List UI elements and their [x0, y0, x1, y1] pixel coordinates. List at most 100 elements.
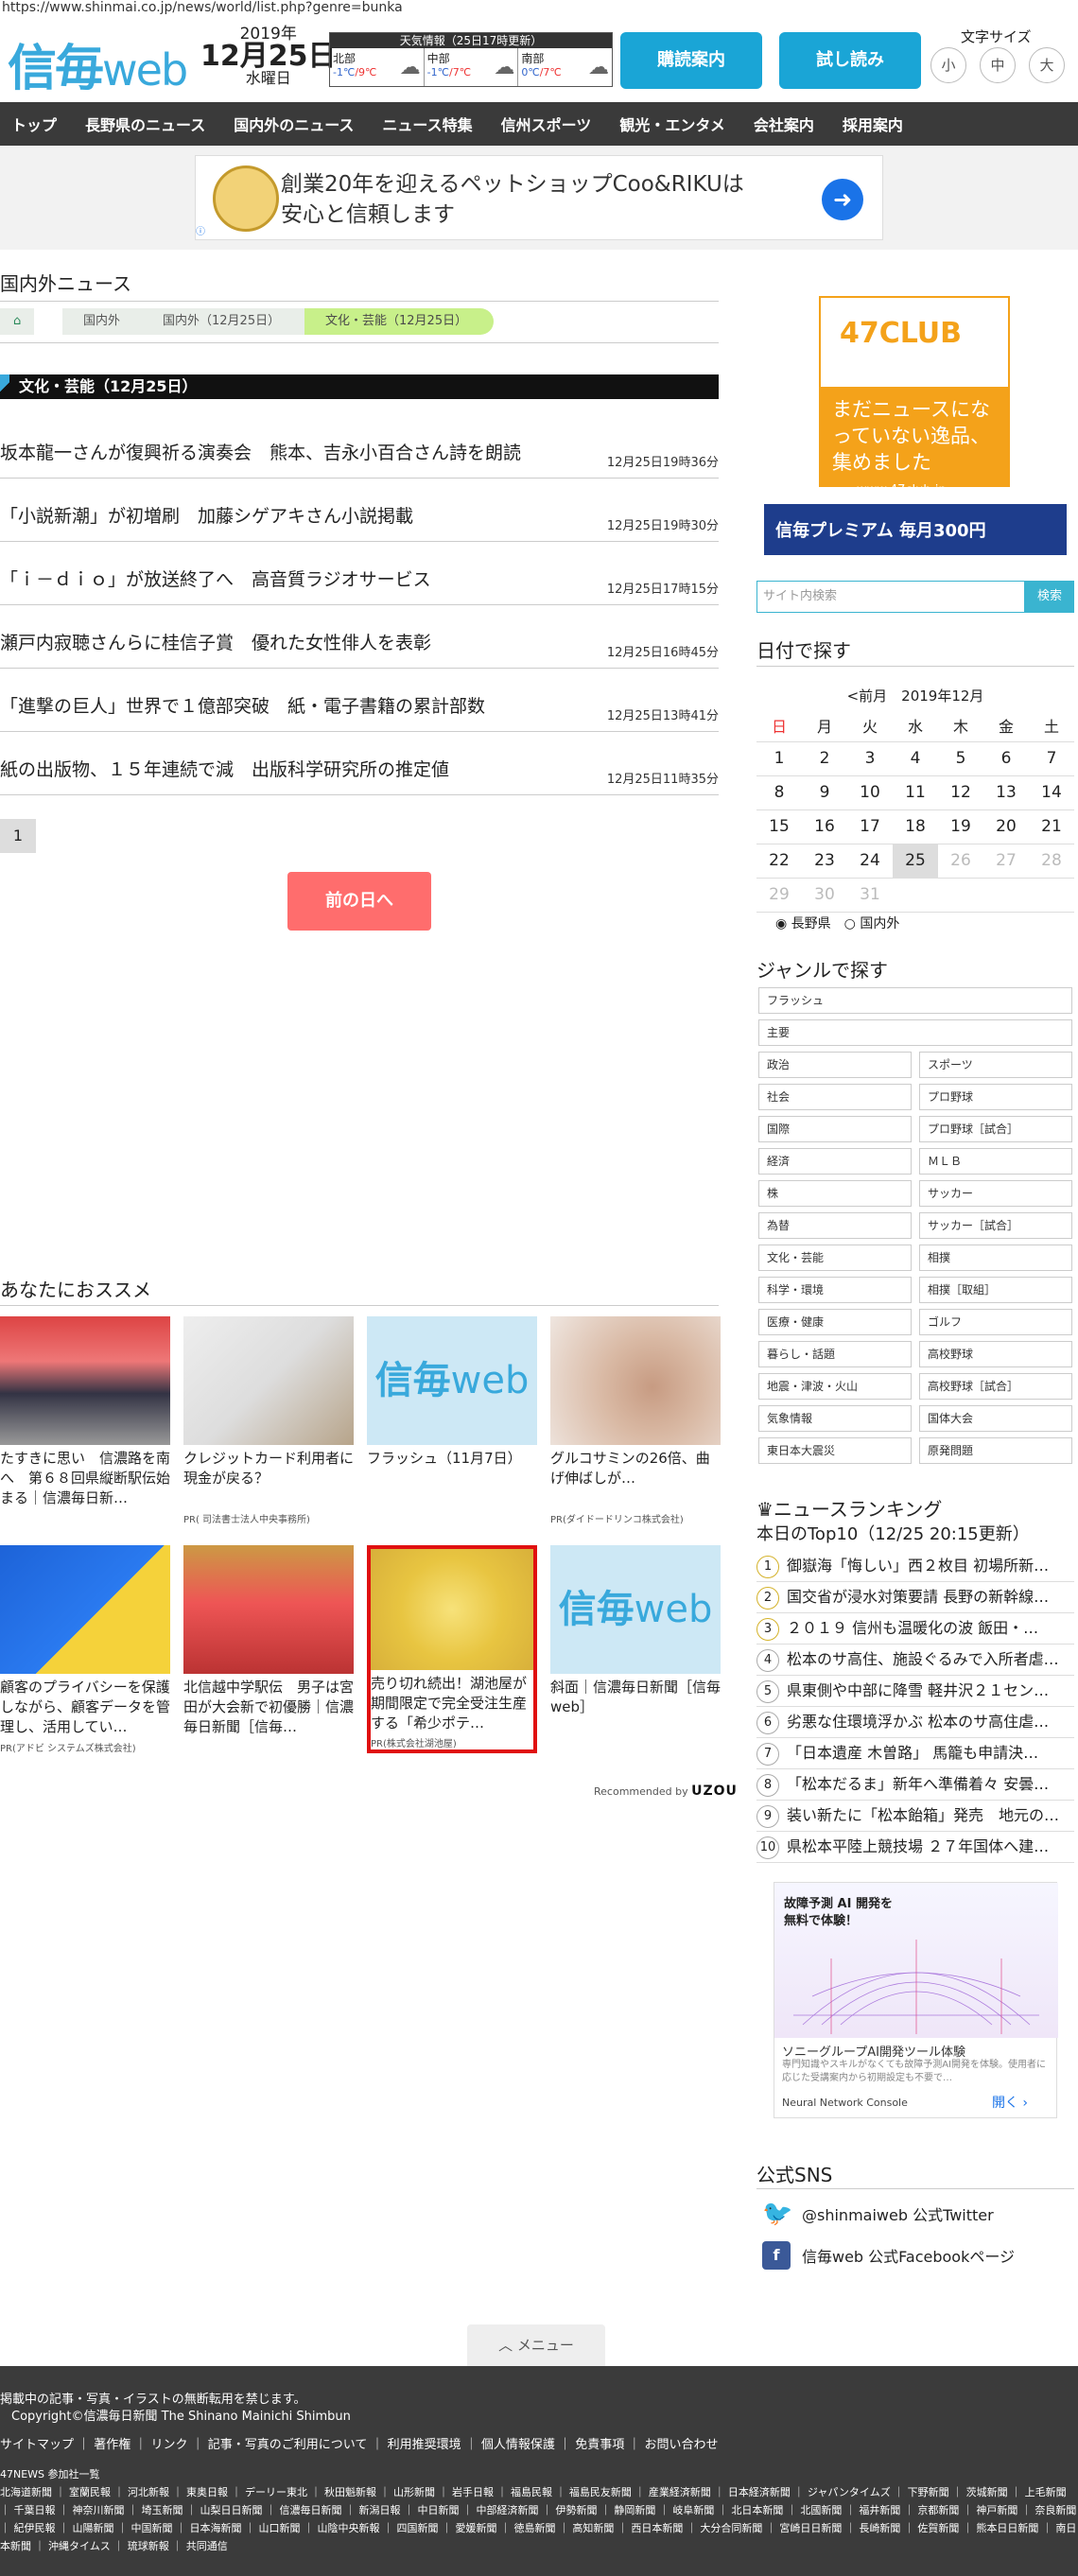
genre-item[interactable]: 相撲	[919, 1244, 1072, 1271]
premium-banner[interactable]: 信毎プレミアム 毎月300円	[764, 504, 1067, 555]
genre-item[interactable]: 経済	[758, 1148, 912, 1175]
news-item[interactable]: 「ｉ－ｄｉｏ」が放送終了へ 高音質ラジオサービス 12月25日17時15分	[0, 558, 719, 605]
recommend-card[interactable]: 北信越中学駅伝 男子は宮田が大会新で初優勝｜信濃毎日新聞［信毎…	[183, 1545, 354, 1738]
ranking-item[interactable]: 3 ２０１９ 信州も温暖化の波 飯田・…	[756, 1613, 1074, 1645]
calendar-day[interactable]: 19	[938, 809, 983, 844]
genre-item[interactable]: 株	[758, 1180, 912, 1207]
footer-links[interactable]: サイトマップ ｜ 著作権 ｜ リンク ｜ 記事・写真のご利用について ｜ 利用推…	[0, 2434, 718, 2452]
genre-item[interactable]: プロ野球	[919, 1084, 1072, 1110]
news-title[interactable]: 瀬戸内寂聴さんらに桂信子賞 優れた女性俳人を表彰	[0, 629, 431, 654]
calendar-day[interactable]: 23	[802, 844, 847, 879]
genre-item[interactable]: 相撲［取組］	[919, 1277, 1072, 1303]
card-photo[interactable]	[371, 1549, 533, 1670]
twitter-link[interactable]: 🐦 @shinmaiweb 公式Twitter	[762, 2200, 994, 2228]
ranking-title[interactable]: 劣悪な住環境浮かぶ 松本のサ高住虐…	[787, 1713, 1049, 1731]
nav-features[interactable]: ニュース特集	[382, 113, 472, 135]
ad-open-button[interactable]: 開く ›	[992, 2093, 1028, 2112]
weather-box[interactable]: 天気情報（25日17時更新） 北部 -1℃/9℃ ☁ 中部 -1℃/7℃ ☁ 南部 0℃/…	[329, 32, 613, 87]
genre-item[interactable]: プロ野球［試合］	[919, 1116, 1072, 1142]
card-photo[interactable]	[183, 1545, 354, 1674]
news-item[interactable]: 坂本龍一さんが復興祈る演奏会 熊本、吉永小百合さん詩を朗読 12月25日19時36…	[0, 431, 719, 479]
calendar-day[interactable]: 21	[1029, 809, 1074, 844]
calendar-day[interactable]: 1	[756, 741, 802, 776]
footer-paper-links[interactable]: 北海道新聞 ｜ 室蘭民報 ｜ 河北新報 ｜ 東奥日報 ｜ デーリー東北 ｜ 秋田…	[0, 2483, 1078, 2555]
genre-item[interactable]: フラッシュ	[758, 987, 1072, 1014]
card-caption[interactable]: 北信越中学駅伝 男子は宮田が大会新で初優勝｜信濃毎日新聞［信毎…	[183, 1678, 354, 1738]
card-photo[interactable]	[0, 1316, 170, 1445]
recommend-card[interactable]: たすきに思い 信濃路を南へ 第６８回県縦断駅伝始まる｜信濃毎日新…	[0, 1316, 170, 1509]
recommend-card[interactable]: 信毎web フラッシュ（11月7日）	[367, 1316, 537, 1509]
ranking-item[interactable]: 2 国交省が浸水対策要請 長野の新幹線…	[756, 1582, 1074, 1613]
page-number[interactable]: 1	[0, 819, 36, 853]
card-caption[interactable]: 売り切れ続出！湖池屋が期間限定で完全受注生産する「希少ポテ…	[371, 1674, 533, 1733]
ranking-item[interactable]: 9 装い新たに「松本飴箱」発売 地元の…	[756, 1801, 1074, 1832]
card-photo[interactable]	[0, 1545, 170, 1674]
recommend-card[interactable]: 信毎web 斜面｜信濃毎日新聞［信毎web］	[550, 1545, 721, 1738]
genre-item[interactable]: 文化・芸能	[758, 1244, 912, 1271]
ranking-title[interactable]: 県東側や中部に降雪 軽井沢２１セン…	[787, 1681, 1049, 1699]
calendar-day[interactable]: 16	[802, 809, 847, 844]
ranking-item[interactable]: 8 「松本だるま」新年へ準備着々 安曇…	[756, 1769, 1074, 1801]
genre-item[interactable]: 政治	[758, 1052, 912, 1078]
recommend-card[interactable]: 売り切れ続出！湖池屋が期間限定で完全受注生産する「希少ポテ… PR(株式会社湖池…	[367, 1545, 537, 1753]
calendar-day[interactable]: 22	[756, 844, 802, 879]
genre-item[interactable]: 社会	[758, 1084, 912, 1110]
calendar-day[interactable]: 8	[756, 775, 802, 810]
genre-item[interactable]: ＭＬＢ	[919, 1148, 1072, 1175]
genre-item[interactable]: スポーツ	[919, 1052, 1072, 1078]
trial-button[interactable]: 試し読み	[779, 32, 921, 89]
ranking-title[interactable]: 装い新たに「松本飴箱」発売 地元の…	[787, 1806, 1059, 1824]
site-search-input[interactable]: サイト内検索	[756, 581, 1025, 613]
nav-recruit[interactable]: 採用案内	[843, 113, 903, 135]
calendar-day[interactable]: 13	[983, 775, 1029, 810]
nav-company[interactable]: 会社案内	[754, 113, 814, 135]
radio-world[interactable]: ○ 国内外	[844, 916, 900, 931]
nav-entertainment[interactable]: 観光・エンタメ	[619, 113, 725, 135]
ranking-title[interactable]: 国交省が浸水対策要請 長野の新幹線…	[787, 1588, 1049, 1606]
news-item[interactable]: 「小説新潮」が初増刷 加藤シゲアキさん小説掲載 12月25日19時30分	[0, 495, 719, 542]
ranking-item[interactable]: 7 「日本遺産 木曽路」 馬籠も申請決…	[756, 1738, 1074, 1769]
genre-item[interactable]: 高校野球	[919, 1341, 1072, 1367]
news-title[interactable]: 「小説新潮」が初増刷 加藤シゲアキさん小説掲載	[0, 502, 413, 528]
calendar-day[interactable]: 11	[893, 775, 938, 810]
breadcrumb-home[interactable]: ⌂	[0, 308, 35, 335]
news-title[interactable]: 紙の出版物、１５年連続で減 出版科学研究所の推定値	[0, 756, 449, 781]
nav-nagano[interactable]: 長野県のニュース	[85, 113, 205, 135]
card-caption[interactable]: 顧客のプライバシーを保護しながら、顧客データを管理し、活用してい…	[0, 1678, 170, 1738]
genre-item[interactable]: 国際	[758, 1116, 912, 1142]
site-logo[interactable]: 信毎web	[8, 28, 188, 99]
genre-item[interactable]: 東日本大震災	[758, 1437, 912, 1464]
ranking-item[interactable]: 5 県東側や中部に降雪 軽井沢２１セン…	[756, 1676, 1074, 1707]
sony-ad[interactable]: 故障予測 AI 開発を 無料で体験！ ソニーグループAI開発ツール体験 専門知識…	[774, 1882, 1058, 2118]
card-photo[interactable]: 信毎web	[550, 1545, 721, 1674]
calendar-day[interactable]: 7	[1029, 741, 1074, 776]
ranking-title[interactable]: ２０１９ 信州も温暖化の波 飯田・…	[787, 1619, 1038, 1637]
ranking-title[interactable]: 御嶽海「悔しい」西２枚目 初場所新…	[787, 1557, 1049, 1575]
ad-info-icon[interactable]: ⓘ	[196, 223, 205, 237]
calendar-day[interactable]: 5	[938, 741, 983, 776]
ranking-title[interactable]: 「日本遺産 木曽路」 馬籠も申請決…	[787, 1744, 1038, 1762]
recommend-card[interactable]: 顧客のプライバシーを保護しながら、顧客データを管理し、活用してい… PR(アドビ…	[0, 1545, 170, 1754]
radio-nagano[interactable]: ◉ 長野県	[775, 916, 831, 931]
news-item[interactable]: 紙の出版物、１５年連続で減 出版科学研究所の推定値 12月25日11時35分	[0, 748, 719, 795]
card-caption[interactable]: グルコサミンの26倍、曲げ伸ばしが…	[550, 1449, 721, 1509]
47club-banner[interactable]: 47CLUB まだニュースになっていない逸品、集めました www.47club.…	[819, 296, 1010, 497]
genre-item[interactable]: 高校野球［試合］	[919, 1373, 1072, 1400]
calendar-prev-month[interactable]: <前月	[847, 688, 888, 705]
calendar-day[interactable]: 20	[983, 809, 1029, 844]
calendar-day-today[interactable]: 25	[893, 844, 938, 879]
card-photo[interactable]: 信毎web	[367, 1316, 537, 1445]
nav-top[interactable]: トップ	[11, 113, 57, 135]
calendar-day[interactable]: 10	[847, 775, 893, 810]
genre-item[interactable]: 科学・環境	[758, 1277, 912, 1303]
news-item[interactable]: 瀬戸内寂聴さんらに桂信子賞 優れた女性俳人を表彰 12月25日16時45分	[0, 621, 719, 669]
calendar-day[interactable]: 14	[1029, 775, 1074, 810]
recommend-card[interactable]: グルコサミンの26倍、曲げ伸ばしが… PR(ダイドードリンコ株式会社)	[550, 1316, 721, 1525]
calendar-day[interactable]: 15	[756, 809, 802, 844]
genre-item[interactable]: 為替	[758, 1212, 912, 1239]
arrow-right-icon[interactable]: ➜	[822, 179, 863, 220]
calendar-day[interactable]: 17	[847, 809, 893, 844]
menu-toggle[interactable]: ︿ メニュー	[467, 2324, 605, 2366]
recommended-by[interactable]: Recommended by UZOU	[594, 1784, 738, 1799]
subscribe-button[interactable]: 購読案内	[620, 32, 762, 89]
